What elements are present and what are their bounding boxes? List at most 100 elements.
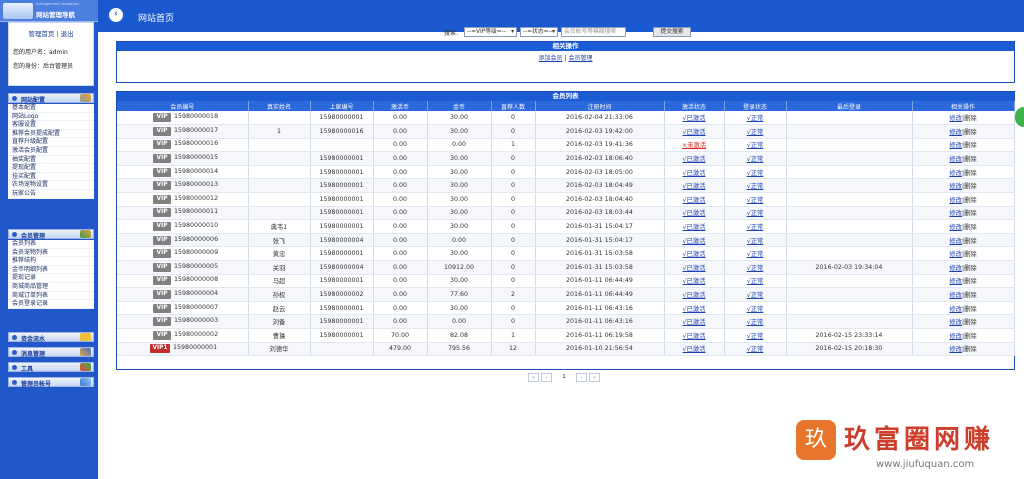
activation-status-link[interactable]: √已激活 — [683, 156, 706, 163]
activation-status-link[interactable]: ×未激活 — [682, 142, 706, 149]
delete-link[interactable]: 删除 — [964, 197, 977, 204]
delete-link[interactable]: 删除 — [964, 142, 977, 149]
status-select[interactable]: --=状态=-- ▾ — [520, 27, 558, 37]
login-status-link[interactable]: √正常 — [747, 251, 764, 258]
sidebar-menu-item[interactable]: 直荐升级配置 — [8, 138, 94, 147]
login-status-link[interactable]: √正常 — [747, 278, 764, 285]
login-status-link[interactable]: √正常 — [747, 129, 764, 136]
login-status-link[interactable]: √正常 — [747, 142, 764, 149]
sidebar-menu-item[interactable]: 激活会员配置 — [8, 147, 94, 156]
edit-link[interactable]: 修改 — [949, 156, 962, 163]
edit-link[interactable]: 修改 — [949, 170, 962, 177]
delete-link[interactable]: 删除 — [964, 278, 977, 285]
edit-link[interactable]: 修改 — [949, 346, 962, 353]
activation-status-link[interactable]: √已激活 — [683, 333, 706, 340]
sidebar-menu-item[interactable]: 商城订单列表 — [8, 292, 94, 301]
member-manage-link[interactable]: 会员管理 — [568, 55, 592, 62]
add-member-link[interactable]: 添加会员 — [539, 55, 563, 62]
logout-link[interactable]: 退出 — [61, 30, 74, 38]
login-status-link[interactable]: √正常 — [747, 210, 764, 217]
edit-link[interactable]: 修改 — [949, 129, 962, 136]
section-site-config[interactable]: 网站配置 — [8, 93, 94, 104]
sidebar-menu-item[interactable]: 抽奖配置 — [8, 156, 94, 165]
sidebar-menu-item[interactable]: 会员宠物列表 — [8, 249, 94, 258]
next-page-button[interactable]: › — [576, 373, 587, 382]
login-status-link[interactable]: √正常 — [747, 306, 764, 313]
edit-link[interactable]: 修改 — [949, 183, 962, 190]
activation-status-link[interactable]: √已激活 — [683, 346, 706, 353]
delete-link[interactable]: 删除 — [964, 156, 977, 163]
activation-status-link[interactable]: √已激活 — [683, 210, 706, 217]
section-fund-flow[interactable]: 资金流水 — [8, 332, 94, 343]
activation-status-link[interactable]: √已激活 — [683, 183, 706, 190]
delete-link[interactable]: 删除 — [964, 333, 977, 340]
edit-link[interactable]: 修改 — [949, 265, 962, 272]
search-input[interactable]: 会员帐号等模糊搜索 — [561, 27, 626, 37]
delete-link[interactable]: 删除 — [964, 251, 977, 258]
edit-link[interactable]: 修改 — [949, 278, 962, 285]
activation-status-link[interactable]: √已激活 — [683, 197, 706, 204]
login-status-link[interactable]: √正常 — [747, 333, 764, 340]
first-page-button[interactable]: « — [528, 373, 539, 382]
login-status-link[interactable]: √正常 — [747, 170, 764, 177]
edit-link[interactable]: 修改 — [949, 306, 962, 313]
sidebar-menu-item[interactable]: 提现记录 — [8, 274, 94, 283]
activation-status-link[interactable]: √已激活 — [683, 115, 706, 122]
delete-link[interactable]: 删除 — [964, 306, 977, 313]
login-status-link[interactable]: √正常 — [747, 156, 764, 163]
sidebar-menu-item[interactable]: 会员登录记录 — [8, 300, 94, 309]
sidebar-menu-item[interactable]: 基本配置 — [8, 104, 94, 113]
login-status-link[interactable]: √正常 — [747, 319, 764, 326]
login-status-link[interactable]: √正常 — [747, 265, 764, 272]
edit-link[interactable]: 修改 — [949, 142, 962, 149]
sidebar-menu-item[interactable]: 农场宠物设置 — [8, 181, 94, 190]
login-status-link[interactable]: √正常 — [747, 346, 764, 353]
sidebar-menu-item[interactable]: 商城商品管理 — [8, 283, 94, 292]
activation-status-link[interactable]: √已激活 — [683, 224, 706, 231]
sidebar-menu-item[interactable]: 会员列表 — [8, 240, 94, 249]
sidebar-menu-item[interactable]: 玩家公告 — [8, 190, 94, 199]
edit-link[interactable]: 修改 — [949, 210, 962, 217]
sidebar-menu-item[interactable]: 提现配置 — [8, 164, 94, 173]
activation-status-link[interactable]: √已激活 — [683, 292, 706, 299]
delete-link[interactable]: 删除 — [964, 115, 977, 122]
edit-link[interactable]: 修改 — [949, 224, 962, 231]
section-admin-accounts[interactable]: 管理员帐号 — [8, 377, 94, 388]
sidebar-menu-item[interactable]: 网站Logo — [8, 113, 94, 122]
back-icon[interactable]: ‹ — [109, 8, 123, 22]
edit-link[interactable]: 修改 — [949, 292, 962, 299]
section-tools[interactable]: 工具 — [8, 362, 94, 373]
login-status-link[interactable]: √正常 — [747, 115, 764, 122]
delete-link[interactable]: 删除 — [964, 292, 977, 299]
sidebar-menu-item[interactable]: 推荐结构 — [8, 257, 94, 266]
edit-link[interactable]: 修改 — [949, 115, 962, 122]
login-status-link[interactable]: √正常 — [747, 224, 764, 231]
delete-link[interactable]: 删除 — [964, 170, 977, 177]
prev-page-button[interactable]: ‹ — [541, 373, 552, 382]
delete-link[interactable]: 删除 — [964, 346, 977, 353]
edit-link[interactable]: 修改 — [949, 333, 962, 340]
activation-status-link[interactable]: √已激活 — [683, 238, 706, 245]
activation-status-link[interactable]: √已激活 — [683, 306, 706, 313]
login-status-link[interactable]: √正常 — [747, 292, 764, 299]
section-member-manage[interactable]: 会员管理 — [8, 229, 94, 240]
delete-link[interactable]: 删除 — [964, 129, 977, 136]
delete-link[interactable]: 删除 — [964, 265, 977, 272]
delete-link[interactable]: 删除 — [964, 210, 977, 217]
edit-link[interactable]: 修改 — [949, 251, 962, 258]
delete-link[interactable]: 删除 — [964, 224, 977, 231]
delete-link[interactable]: 删除 — [964, 183, 977, 190]
login-status-link[interactable]: √正常 — [747, 238, 764, 245]
sidebar-menu-item[interactable]: 客服设置 — [8, 121, 94, 130]
vip-level-select[interactable]: --=VIP等级=-- ▾ — [464, 27, 517, 37]
activation-status-link[interactable]: √已激活 — [683, 129, 706, 136]
activation-status-link[interactable]: √已激活 — [683, 319, 706, 326]
delete-link[interactable]: 删除 — [964, 238, 977, 245]
login-status-link[interactable]: √正常 — [747, 183, 764, 190]
last-page-button[interactable]: » — [589, 373, 600, 382]
admin-home-link[interactable]: 管理首页 — [28, 30, 54, 38]
edit-link[interactable]: 修改 — [949, 319, 962, 326]
activation-status-link[interactable]: √已激活 — [683, 265, 706, 272]
activation-status-link[interactable]: √已激活 — [683, 278, 706, 285]
login-status-link[interactable]: √正常 — [747, 197, 764, 204]
